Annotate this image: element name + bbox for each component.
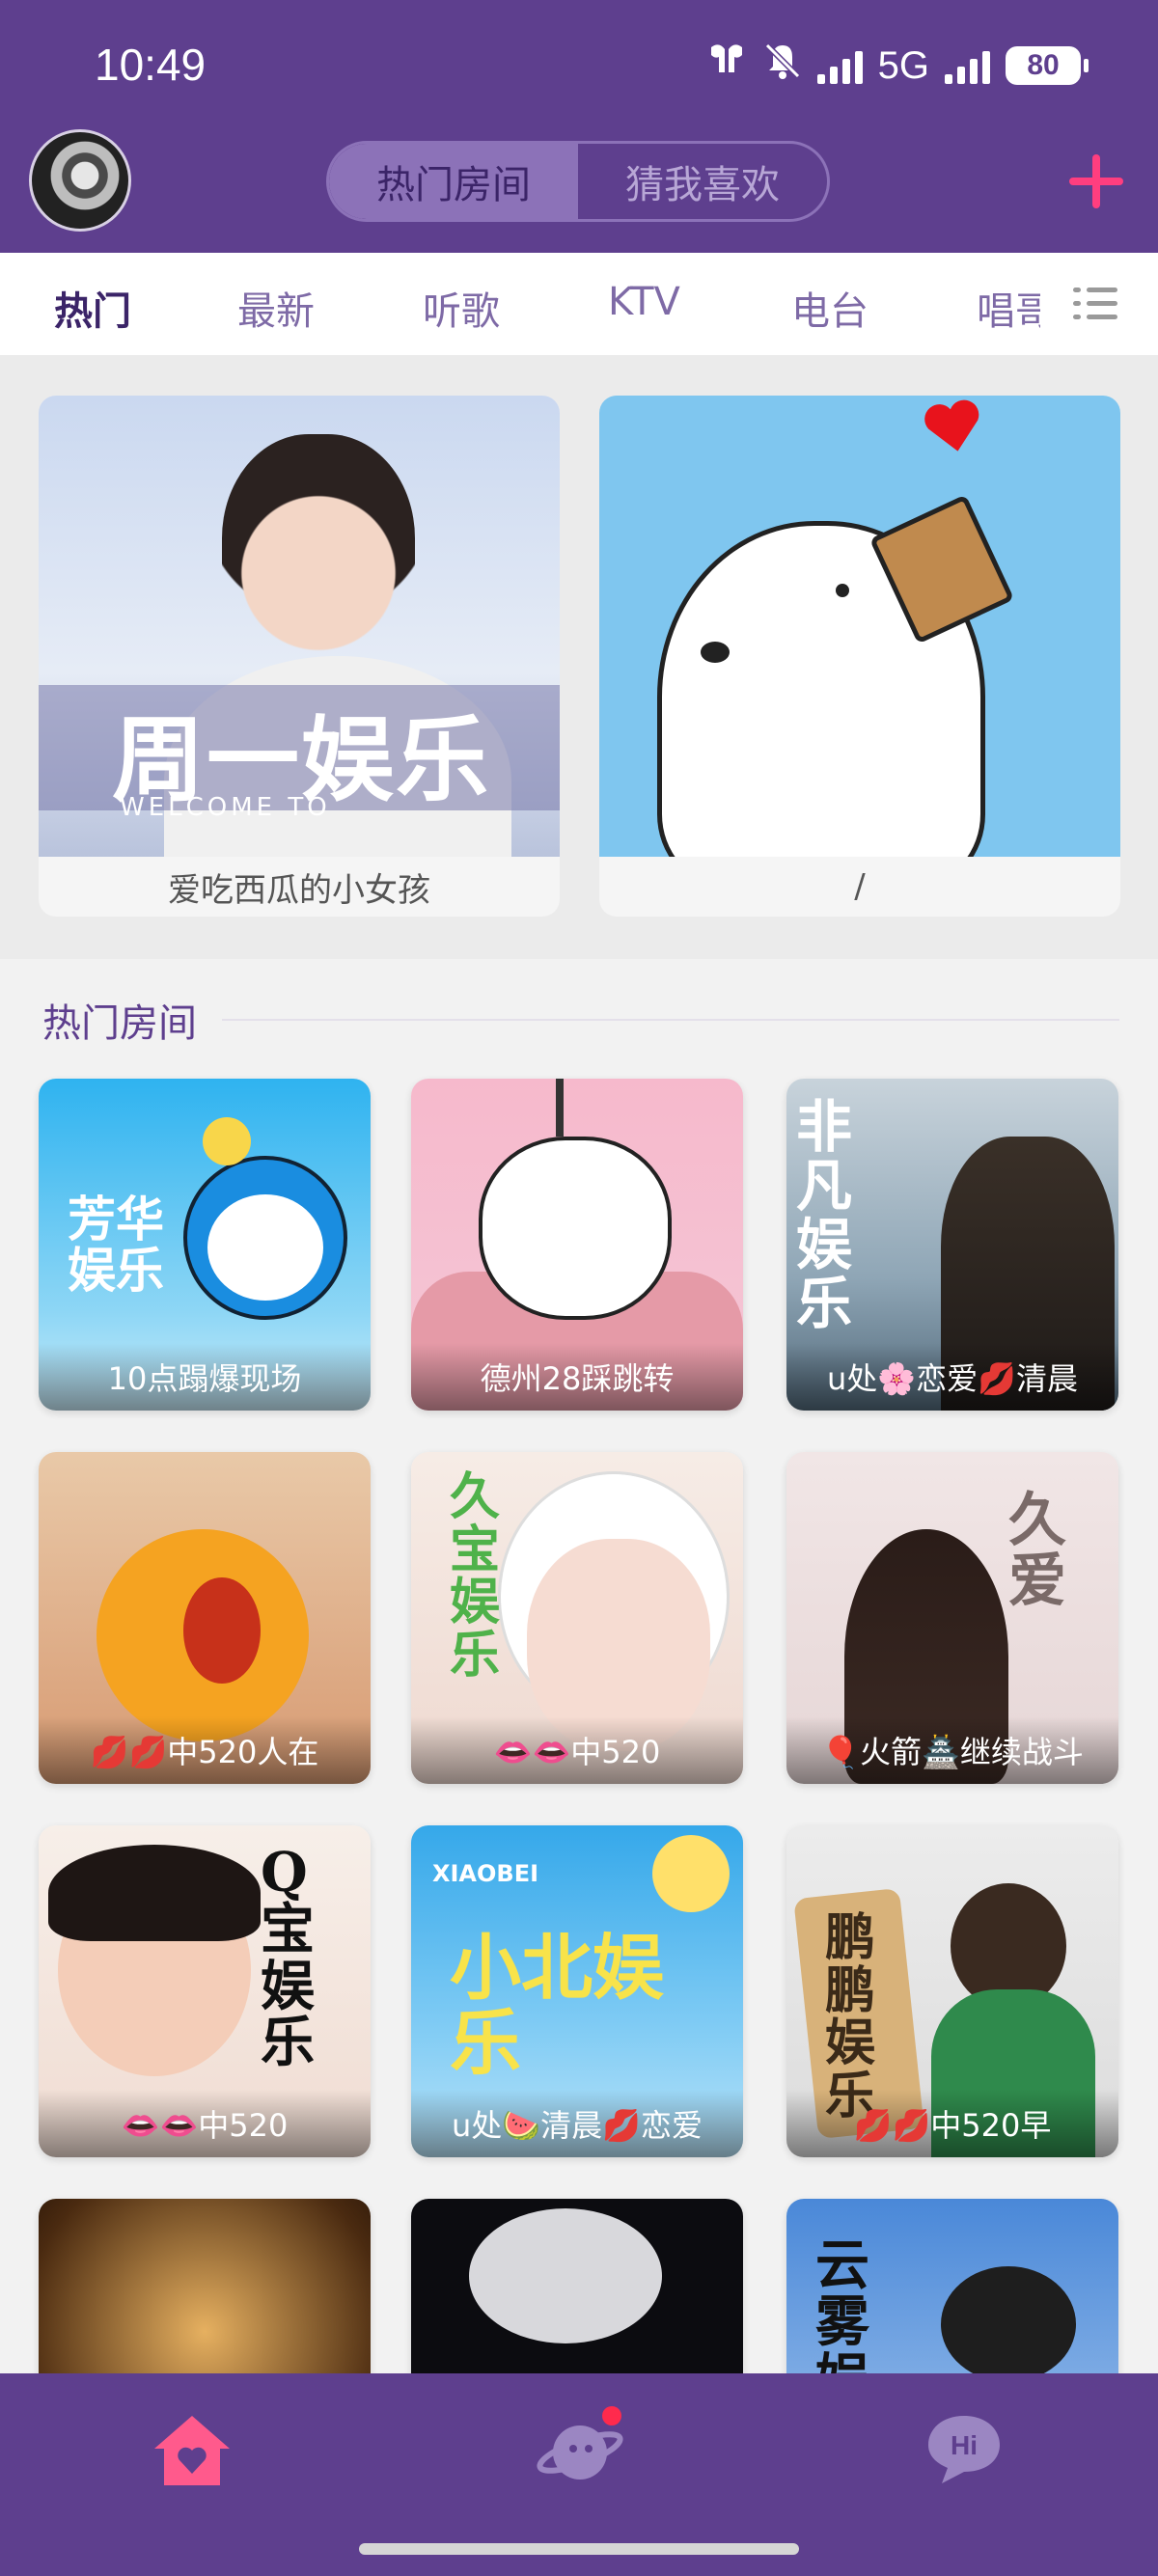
add-room-button[interactable]	[1067, 152, 1125, 210]
category-menu-icon[interactable]	[1073, 288, 1117, 320]
room-caption: 💋💋中520人在	[39, 1716, 371, 1784]
featured-art-subtitle: WELCOME TO	[120, 793, 331, 822]
home-indicator[interactable]	[359, 2543, 799, 2555]
room-art-text: Q宝娱乐	[261, 1841, 315, 2075]
room-segment-control: 热门房间 猜我喜欢	[326, 141, 830, 222]
tab-newest[interactable]: 最新	[237, 280, 315, 336]
room-card[interactable]: 💋💋中520人在	[39, 1452, 371, 1784]
room-art-text: 非凡娱乐	[796, 1094, 853, 1336]
hi-label: Hi	[951, 2430, 978, 2460]
network-label: 5G	[877, 43, 929, 87]
signal-icon	[816, 47, 863, 84]
status-icons: 5G 80	[705, 41, 1089, 90]
tab-listen[interactable]: 听歌	[423, 280, 500, 336]
room-caption: u处🌸恋爱💋清晨	[786, 1343, 1118, 1411]
earbuds-icon	[705, 41, 748, 90]
room-art-text: 小北娱乐	[450, 1927, 664, 2085]
segment-guess-like[interactable]: 猜我喜欢	[578, 144, 827, 219]
home-icon[interactable]	[151, 2412, 234, 2489]
featured-room-image	[599, 396, 1120, 857]
room-card[interactable]: 久爱 🎈火箭🏯继续战斗	[786, 1452, 1118, 1784]
status-bar: 10:49 5G 80	[0, 0, 1158, 135]
room-caption: 🎈火箭🏯继续战斗	[786, 1716, 1118, 1784]
heart-icon	[924, 399, 979, 452]
room-card[interactable]: 芳华娱乐 10点蹋爆现场	[39, 1079, 371, 1411]
room-card[interactable]: XIAOBEI 小北娱乐 u处🍉清晨💋恋爱	[411, 1825, 743, 2157]
section-divider	[222, 1019, 1119, 1021]
featured-room-card[interactable]: /	[599, 396, 1120, 917]
room-caption: 德州28踩跳转	[411, 1343, 743, 1411]
featured-room-card[interactable]: 周一娱乐 WELCOME TO 爱吃西瓜的小女孩	[39, 396, 560, 917]
featured-room-caption: /	[854, 867, 866, 906]
tab-ktv[interactable]: KTV	[608, 280, 680, 324]
hot-rooms-title: 热门房间	[42, 1001, 197, 1046]
room-caption: 👄👄中520	[39, 2090, 371, 2157]
mute-bell-icon	[763, 41, 802, 90]
battery-level: 80	[1027, 49, 1060, 81]
room-card[interactable]: 非凡娱乐 u处🌸恋爱💋清晨	[786, 1079, 1118, 1411]
segment-hot-rooms[interactable]: 热门房间	[329, 144, 578, 219]
user-avatar[interactable]	[29, 129, 131, 232]
room-caption: 10点蹋爆现场	[39, 1343, 371, 1411]
room-caption: u处🍉清晨💋恋爱	[411, 2090, 743, 2157]
tab-radio[interactable]: 电台	[791, 280, 868, 336]
room-card[interactable]: 德州28踩跳转	[411, 1079, 743, 1411]
hi-icon[interactable]: Hi	[924, 2412, 1004, 2485]
portrait-shape	[222, 434, 415, 666]
featured-room-image: 周一娱乐 WELCOME TO	[39, 396, 560, 857]
room-art-text: 久宝娱乐	[450, 1467, 501, 1685]
notification-dot	[602, 2406, 621, 2425]
signal-icon-2	[945, 47, 990, 84]
room-card[interactable]: 久宝娱乐 👄👄中520	[411, 1452, 743, 1784]
room-art-text: 久爱	[1008, 1487, 1066, 1615]
battery-icon: 80	[1006, 46, 1089, 85]
room-caption: 💋💋中520早	[786, 2090, 1118, 2157]
room-card[interactable]: 鹏鹏娱乐 💋💋中520早	[786, 1825, 1118, 2157]
room-art-text: 芳华娱乐	[68, 1191, 164, 1299]
room-card[interactable]: Q宝娱乐 👄👄中520	[39, 1825, 371, 2157]
tab-hot[interactable]: 热门	[54, 280, 131, 336]
featured-room-caption: 爱吃西瓜的小女孩	[168, 870, 430, 910]
room-art-subtitle: XIAOBEI	[432, 1860, 539, 1887]
status-time: 10:49	[95, 40, 207, 90]
tab-sing[interactable]: 唱哥	[977, 280, 1040, 336]
room-caption: 👄👄中520	[411, 1716, 743, 1784]
